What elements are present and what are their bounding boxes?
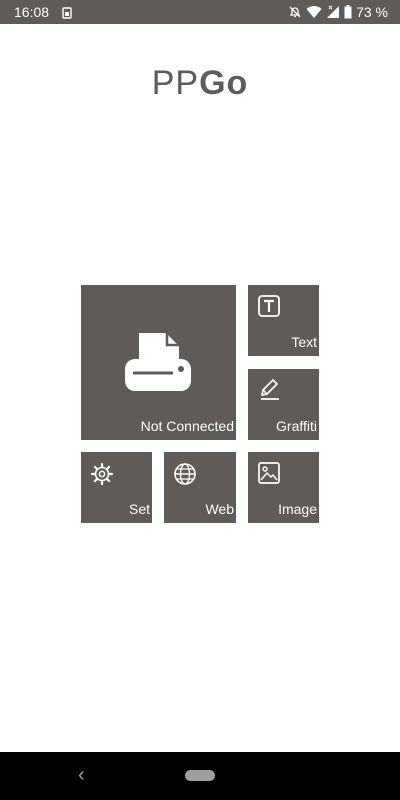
image-tile[interactable]: Image [248,452,319,523]
gear-icon [90,462,114,491]
signal-icon [326,5,340,19]
wifi-icon [306,5,322,19]
text-icon [258,295,280,322]
navigation-bar: ‹ [0,752,400,800]
web-tile-label: Web [205,501,234,517]
printer-icon [123,329,193,400]
battery-percentage: 73 % [356,4,388,20]
graffiti-tile[interactable]: Graffiti [248,369,319,440]
text-tile-label: Text [291,334,317,350]
globe-icon [173,462,197,491]
bell-off-icon [288,5,302,19]
connection-status-label: Not Connected [140,418,234,434]
app-logo: PPGo [0,64,400,103]
settings-tile[interactable]: Set [81,452,152,523]
logo-part-1: PP [151,64,200,102]
web-tile[interactable]: Web [164,452,236,523]
connection-tile[interactable]: Not Connected [81,285,236,440]
logo-part-2: Go [199,64,249,102]
status-icons: 73 % [288,4,388,20]
graffiti-tile-label: Graffiti [276,418,317,434]
pencil-icon [258,377,282,406]
settings-tile-label: Set [128,501,150,517]
back-chevron-icon[interactable]: ‹ [78,764,85,787]
image-tile-label: Image [278,501,317,517]
sim-card-icon [62,6,72,22]
text-tile[interactable]: Text [248,285,319,356]
status-bar: 16:08 73 % [0,0,400,24]
home-pill-icon[interactable] [185,770,215,781]
battery-icon [344,5,352,19]
status-time: 16:08 [14,4,50,20]
image-icon [258,462,280,489]
